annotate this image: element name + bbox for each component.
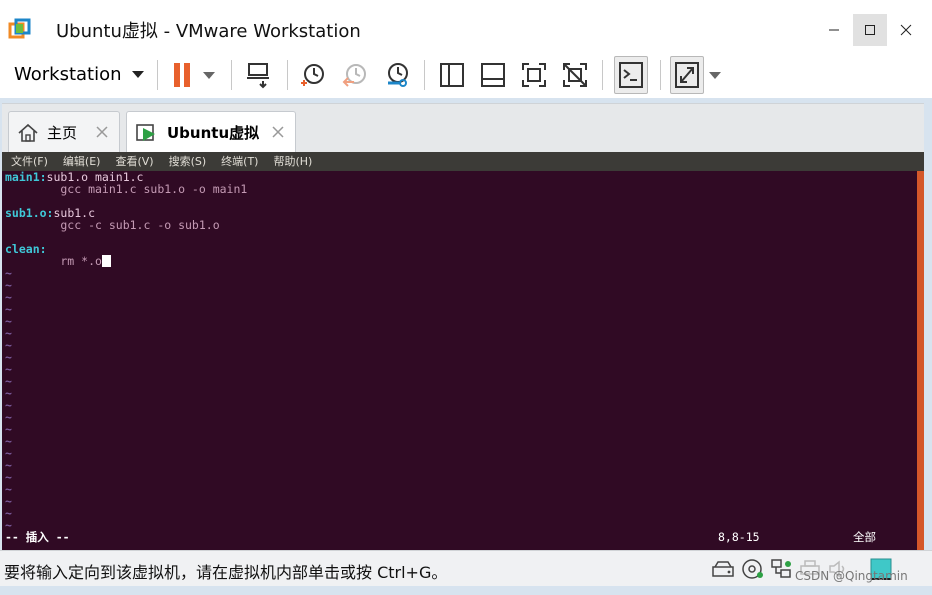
- minimize-button[interactable]: [817, 14, 851, 46]
- code-line: rm *.o: [5, 255, 111, 267]
- code-line: gcc -c sub1.c -o sub1.o: [5, 218, 220, 232]
- menu-file[interactable]: 文件(F): [11, 152, 48, 171]
- stretch-guest-toggle[interactable]: [670, 56, 704, 94]
- tab-ubuntu-vm[interactable]: Ubuntu虚拟: [126, 111, 296, 153]
- terminal-menu-bar: 文件(F) 编辑(E) 查看(V) 搜索(S) 终端(T) 帮助(H): [2, 152, 924, 171]
- workstation-menu-button[interactable]: Workstation: [14, 62, 144, 86]
- toolbar-divider: [660, 60, 661, 90]
- snapshot-manager-icon: [388, 63, 408, 87]
- vmware-logo-icon: [8, 18, 32, 42]
- vim-empty-line-tilde: ~: [5, 518, 12, 532]
- take-snapshot-button[interactable]: [298, 60, 328, 90]
- vim-mode-indicator: -- 插入 --: [5, 530, 70, 544]
- terminal-scrollbar[interactable]: [917, 171, 924, 550]
- toolbar-divider: [287, 60, 288, 90]
- menu-terminal[interactable]: 终端(T): [221, 152, 258, 171]
- stretch-icon: [675, 62, 699, 88]
- full-screen-button[interactable]: [519, 60, 549, 90]
- hard-disk-icon[interactable]: [710, 557, 736, 581]
- chevron-down-icon: [131, 70, 144, 78]
- window-title: Ubuntu虚拟 - VMware Workstation: [56, 21, 361, 42]
- unity-icon: [563, 63, 587, 87]
- menu-view[interactable]: 查看(V): [115, 152, 153, 171]
- sidebar-icon: [440, 63, 464, 87]
- close-icon: [900, 24, 912, 36]
- vim-cursor-position: 8,8-15: [718, 530, 760, 544]
- pause-icon: [174, 63, 190, 87]
- close-button[interactable]: [889, 14, 923, 46]
- toolbar-divider: [231, 60, 232, 90]
- terminal-text-area[interactable]: main1:sub1.o main1.c gcc main1.c sub1.o …: [2, 171, 917, 550]
- menu-search[interactable]: 搜索(S): [169, 152, 207, 171]
- fullscreen-icon: [522, 63, 546, 87]
- text-cursor: [101, 255, 111, 267]
- snapshot-icon: [301, 64, 324, 86]
- send-ctrl-alt-del-icon: [247, 63, 269, 89]
- send-ctrl-alt-del-button[interactable]: [244, 60, 274, 90]
- console-view-button[interactable]: [478, 60, 508, 90]
- title-bar: Ubuntu虚拟 - VMware Workstation: [0, 0, 932, 52]
- tab-ubuntu-vm-label: Ubuntu虚拟: [167, 124, 260, 142]
- vm-console[interactable]: 文件(F) 编辑(E) 查看(V) 搜索(S) 终端(T) 帮助(H) main…: [2, 152, 924, 550]
- stretch-dropdown-chevron-icon[interactable]: [709, 72, 721, 79]
- revert-snapshot-icon: [342, 64, 366, 87]
- show-library-button[interactable]: [437, 60, 467, 90]
- maximize-button[interactable]: [853, 14, 887, 46]
- status-message: 要将输入定向到该虚拟机，请在虚拟机内部单击或按 Ctrl+G。: [4, 563, 448, 582]
- vm-running-icon: [136, 123, 155, 141]
- pause-dropdown-chevron-icon[interactable]: [203, 72, 215, 79]
- menu-edit[interactable]: 编辑(E): [63, 152, 101, 171]
- cd-dvd-icon[interactable]: [740, 557, 766, 581]
- minimize-icon: [829, 29, 839, 31]
- toolbar-divider: [424, 60, 425, 90]
- unity-button[interactable]: [560, 60, 590, 90]
- terminal-icon: [619, 62, 643, 88]
- maximize-icon: [865, 25, 875, 35]
- tab-home-label: 主页: [47, 124, 78, 142]
- snapshot-manager-button[interactable]: [382, 60, 412, 90]
- tab-home[interactable]: 主页: [8, 111, 120, 153]
- tab-bar: 主页 Ubuntu虚拟: [2, 103, 924, 153]
- home-icon: [18, 123, 38, 142]
- toolbar-divider: [157, 60, 158, 90]
- csdn-watermark: CSDN @Qingtamin: [795, 569, 908, 583]
- close-icon[interactable]: [95, 125, 109, 139]
- pause-button[interactable]: [167, 60, 197, 90]
- revert-snapshot-button[interactable]: [340, 60, 370, 90]
- network-icon[interactable]: [768, 557, 794, 581]
- menu-help[interactable]: 帮助(H): [273, 152, 312, 171]
- code-line: gcc main1.c sub1.o -o main1: [5, 182, 248, 196]
- status-bar: 要将输入定向到该虚拟机，请在虚拟机内部单击或按 Ctrl+G。 CSDN @Qi…: [0, 550, 932, 586]
- close-icon[interactable]: [271, 125, 285, 139]
- toolbar-divider: [602, 60, 603, 90]
- terminal-view-toggle[interactable]: [614, 56, 648, 94]
- workstation-menu-label: Workstation: [14, 63, 122, 85]
- console-view-icon: [481, 63, 505, 87]
- vim-scroll-position: 全部: [853, 530, 876, 544]
- toolbar: Workstation: [0, 52, 932, 98]
